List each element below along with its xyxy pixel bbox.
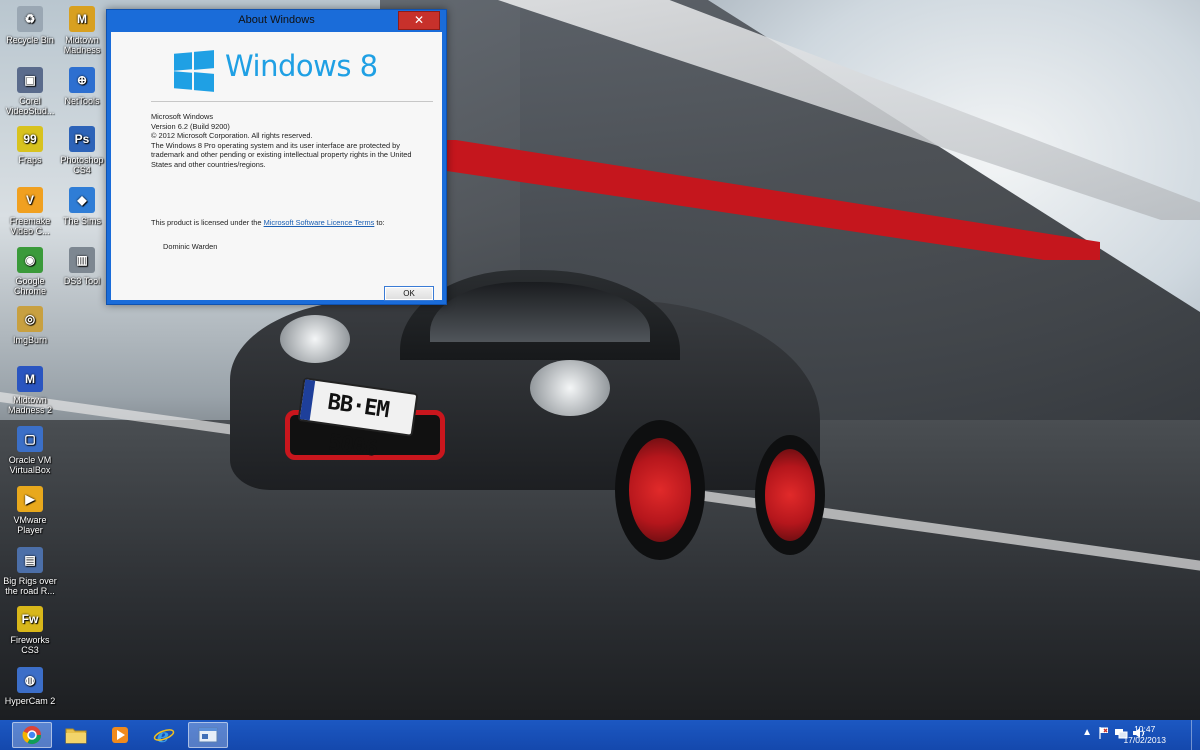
chrome-icon: ◉ xyxy=(17,247,43,273)
corel-icon: ▣ xyxy=(17,67,43,93)
clock-date: 17/02/2013 xyxy=(1123,735,1166,745)
midtown-icon: M xyxy=(17,366,43,392)
close-button[interactable]: ✕ xyxy=(398,11,440,30)
dialog-title: About Windows xyxy=(238,14,315,26)
window-icon xyxy=(198,727,218,743)
desktop-icon-corel-videostudio[interactable]: ▣ Corel VideoStud... xyxy=(0,63,60,116)
desktop-icon-label: NetTools xyxy=(64,96,100,106)
desktop-icon-recycle-bin[interactable]: ♻ Recycle Bin xyxy=(0,2,60,45)
license-terms-link[interactable]: Microsoft Software Licence Terms xyxy=(264,218,375,227)
action-center-flag-icon[interactable] xyxy=(1098,726,1110,743)
license-suffix: to: xyxy=(374,218,385,227)
close-icon: ✕ xyxy=(413,13,425,27)
licensee-name: Dominic Warden xyxy=(163,242,218,251)
windows-brand: Windows 8 xyxy=(225,49,378,83)
show-desktop-button[interactable] xyxy=(1191,720,1200,750)
desktop-icon-label: Recycle Bin xyxy=(6,35,54,45)
license-prefix: This product is licensed under the xyxy=(151,218,264,227)
desktop-icon-label: DS3 Tool xyxy=(63,276,101,286)
desktop-icon-label: Freemake Video C... xyxy=(9,216,51,236)
desktop-icon-midtown-madness[interactable]: M Midtown Madness xyxy=(52,2,112,55)
desktop-icon-big-rigs[interactable]: ▤ Big Rigs over the road R... xyxy=(0,543,60,596)
fraps-icon: 99 xyxy=(17,126,43,152)
legal-notice: The Windows 8 Pro operating system and i… xyxy=(151,140,412,169)
dialog-client-area: Windows 8 Microsoft Windows Version 6.2 … xyxy=(111,32,442,301)
ds3-icon: ▥ xyxy=(69,247,95,273)
taskbar-about-windows-button[interactable] xyxy=(188,722,228,748)
desktop-icon-nettools[interactable]: ⊕ NetTools xyxy=(52,63,112,106)
chrome-icon xyxy=(22,726,41,745)
desktop-icon-label: Photoshop CS4 xyxy=(60,155,104,175)
desktop-icon-label: ImgBurn xyxy=(12,335,47,345)
hypercam-icon: ◍ xyxy=(17,667,43,693)
desktop-icon-ds3-tool[interactable]: ▥ DS3 Tool xyxy=(52,243,112,286)
desktop-icon-oracle-vm-virtualbox[interactable]: ▢ Oracle VM VirtualBox xyxy=(0,422,60,475)
desktop-icon-imgburn[interactable]: ◎ ImgBurn xyxy=(0,302,60,345)
dialog-titlebar[interactable]: About Windows ✕ xyxy=(107,10,446,32)
ie-icon: e xyxy=(153,725,175,745)
folder-icon xyxy=(65,728,87,744)
windows-logo-icon xyxy=(174,50,214,92)
taskbar: e ▲ 10:47 17/02/2013 xyxy=(0,720,1200,750)
desktop-icon-label: VMware Player xyxy=(13,515,47,535)
version-info: Microsoft Windows Version 6.2 (Build 920… xyxy=(151,112,421,170)
svg-text:e: e xyxy=(157,725,169,745)
photoshop-icon: Ps xyxy=(69,126,95,152)
license-text: This product is licensed under the Micro… xyxy=(151,218,421,228)
desktop-icon-the-sims[interactable]: ◆ The Sims xyxy=(52,183,112,226)
media-player-icon xyxy=(112,727,128,743)
fireworks-icon: Fw xyxy=(17,606,43,632)
freemake-icon: V xyxy=(17,187,43,213)
taskbar-file-explorer-button[interactable] xyxy=(56,722,96,748)
recycle-bin-icon: ♻ xyxy=(17,6,43,32)
desktop-icon-label: Fireworks CS3 xyxy=(10,635,50,655)
bigrigs-icon: ▤ xyxy=(17,547,43,573)
desktop-icon-fraps[interactable]: 99 Fraps xyxy=(0,122,60,165)
desktop-icon-label: Midtown Madness 2 xyxy=(7,395,53,415)
copyright-line: © 2012 Microsoft Corporation. All rights… xyxy=(151,131,313,141)
desktop-icon-hypercam-2[interactable]: ◍ HyperCam 2 xyxy=(0,663,60,706)
taskbar-media-player-button[interactable] xyxy=(100,722,140,748)
sims-icon: ◆ xyxy=(69,187,95,213)
desktop-icon-midtown-madness-2[interactable]: M Midtown Madness 2 xyxy=(0,362,60,415)
desktop-icon-label: HyperCam 2 xyxy=(4,696,56,706)
nettools-icon: ⊕ xyxy=(69,67,95,93)
about-windows-dialog: About Windows ✕ Windows 8 Microsoft Wind… xyxy=(106,9,447,305)
desktop-icon-label: Oracle VM VirtualBox xyxy=(8,455,52,475)
divider xyxy=(151,101,433,102)
desktop-icon-freemake-video[interactable]: V Freemake Video C... xyxy=(0,183,60,236)
desktop-icon-label: Midtown Madness xyxy=(63,35,101,55)
desktop-icon-label: Fraps xyxy=(18,155,42,165)
taskbar-internet-explorer-button[interactable]: e xyxy=(144,722,184,748)
taskbar-chrome-button[interactable] xyxy=(12,722,52,748)
ok-button[interactable]: OK xyxy=(384,286,434,301)
desktop-icon-vmware-player[interactable]: ▶ VMware Player xyxy=(0,482,60,535)
imgburn-icon: ◎ xyxy=(17,306,43,332)
virtualbox-icon: ▢ xyxy=(17,426,43,452)
desktop-icon-label: Big Rigs over the road R... xyxy=(3,576,57,596)
version-line: Version 6.2 (Build 9200) xyxy=(151,121,230,131)
desktop-icon-google-chrome[interactable]: ◉ Google Chrome xyxy=(0,243,60,296)
midtown-icon: M xyxy=(69,6,95,32)
clock[interactable]: 10:47 17/02/2013 xyxy=(1123,724,1166,746)
desktop-icon-fireworks-cs3[interactable]: Fw Fireworks CS3 xyxy=(0,602,60,655)
clock-time: 10:47 xyxy=(1134,724,1156,734)
desktop-icon-label: Google Chrome xyxy=(13,276,46,296)
product-name: Microsoft Windows xyxy=(151,112,214,121)
desktop-icon-photoshop-cs4[interactable]: Ps Photoshop CS4 xyxy=(52,122,112,175)
show-hidden-icons-icon[interactable]: ▲ xyxy=(1082,727,1092,738)
desktop-icon-label: Corel VideoStud... xyxy=(5,96,55,116)
vmware-icon: ▶ xyxy=(17,486,43,512)
desktop-icon-label: The Sims xyxy=(62,216,101,226)
